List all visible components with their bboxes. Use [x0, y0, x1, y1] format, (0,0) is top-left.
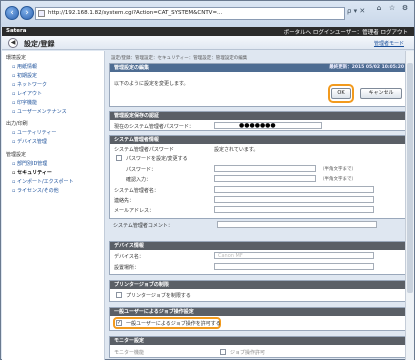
header-links[interactable]: ポータルへ ログインユーザー：管理者 ログアウト — [284, 28, 408, 36]
admin-mode-link[interactable]: 管理者モード — [374, 40, 404, 47]
confirm-hint: （半角文字まで） — [320, 177, 356, 182]
sidebar-item-initial[interactable]: ▫ 初期設定 — [12, 72, 37, 79]
sidebar-item-import-export[interactable]: ▫ インポート/エクスポート — [12, 178, 74, 185]
home-icon[interactable]: ⌂ — [373, 4, 385, 13]
device-name-value: Canon MF — [218, 253, 243, 259]
monitor-title: モニター設定 — [110, 337, 408, 345]
sysadmin-pw-status: 設定されています。 — [214, 147, 259, 153]
auth-label: 現在のシステム管理者パスワード： — [114, 124, 194, 130]
address-tools[interactable]: ρ ▾ ✕ — [347, 7, 365, 15]
monitor-a-label: モニター機能 — [114, 350, 145, 356]
gear-icon[interactable]: ⚙ — [399, 4, 411, 13]
sidebar-item-security[interactable]: ▫ セキュリティー — [12, 169, 52, 176]
sidebar-item-device[interactable]: ▫ デバイス管理 — [12, 138, 47, 145]
scroll-thumb[interactable] — [407, 63, 413, 293]
contact-field[interactable] — [214, 196, 374, 203]
edit-panel-title: 管理設定の編集 最終更新：2015 05/02 10:05:20 — [110, 64, 408, 72]
address-bar[interactable]: http://192.168.1.82/system.cgi?Action=CA… — [35, 7, 345, 20]
sysadmin-panel: システム管理者情報 システム管理者パスワード 設定されています。 パスワードを設… — [109, 135, 409, 219]
breadcrumb: 設定/登録：管理設定：セキュリティー：管理設定：管理設定の編集 — [111, 56, 248, 61]
location-label: 設置場所： — [114, 265, 140, 271]
sidebar: 環境設定 ▫ 用紙情報 ▫ 初期設定 ▫ ネットワーク ▫ レイアウト ▫ 印字… — [2, 51, 105, 360]
restrict-jobs-checkbox[interactable] — [116, 292, 122, 298]
allow-job-ops-checkbox[interactable]: ✓ — [116, 320, 122, 326]
address-url: http://192.168.1.82/system.cgi?Action=CA… — [48, 10, 223, 16]
ok-button[interactable]: OK — [331, 88, 351, 99]
app-header: Satera ポータルへ ログインユーザー：管理者 ログアウト — [2, 27, 414, 36]
sidebar-item-dept-id[interactable]: ▫ 部門別ID管理 — [12, 160, 47, 167]
contact-label: 連絡先： — [114, 198, 135, 204]
back-icon[interactable]: ‹ — [5, 6, 19, 20]
edit-message: 以下のように設定を変更します。 — [114, 81, 189, 87]
password-field[interactable] — [214, 165, 316, 172]
last-updated: 最終更新：2015 05/02 10:05:20 — [329, 65, 404, 70]
back-home-icon[interactable]: ◀ — [8, 38, 18, 48]
password-hint: （半角文字まで） — [320, 167, 356, 172]
printer-jobs-title: プリンタージョブの制限 — [110, 281, 408, 289]
auth-panel: 管理設定保存の認証 現在のシステム管理者パスワード： ●●●●●●● — [109, 111, 409, 131]
sidebar-group-output: 出力/印刷 — [6, 121, 28, 127]
sidebar-item-paper[interactable]: ▫ 用紙情報 — [12, 63, 37, 70]
brand-logo: Satera — [6, 28, 27, 34]
favicon-icon — [38, 10, 45, 17]
vertical-scrollbar[interactable] — [405, 51, 414, 360]
general-user-panel: 一般ユーザーによるジョブ操作設定 ✓ 一般ユーザーによるジョブ操作を許可する — [109, 307, 409, 331]
page-title-bar: ◀ 設定/登録 管理者モード — [2, 36, 414, 50]
admin-name-label: システム管理者名： — [114, 188, 159, 194]
monitor-panel: モニター設定 モニター機能 ジョブ操作許可 — [109, 336, 409, 358]
email-label: メールアドレス： — [114, 208, 155, 214]
change-password-label: パスワードを設定/変更する — [126, 156, 188, 162]
admin-password-field[interactable]: ●●●●●●● — [214, 122, 322, 129]
device-name-label: デバイス名： — [114, 254, 144, 260]
allow-job-ops-label: 一般ユーザーによるジョブ操作を許可する — [126, 321, 221, 327]
sidebar-group-admin: 管理設定 — [6, 152, 27, 158]
sysadmin-pw-label: システム管理者パスワード — [114, 147, 174, 153]
device-title: デバイス情報 — [110, 242, 408, 250]
sidebar-item-layout[interactable]: ▫ レイアウト — [12, 90, 42, 97]
page-title: 設定/登録 — [24, 40, 55, 48]
sidebar-item-utility[interactable]: ▫ ユーティリティー — [12, 129, 56, 136]
sysadmin-title: システム管理者情報 — [110, 136, 408, 144]
sidebar-group-env: 環境設定 — [6, 55, 27, 61]
monitor-b-label: ジョブ操作許可 — [230, 350, 266, 356]
cancel-button[interactable]: キャンセル — [360, 88, 402, 99]
sidebar-item-license[interactable]: ▫ ライセンス/その他 — [12, 187, 59, 194]
device-panel: デバイス情報 デバイス名： Canon MF 設置場所： — [109, 241, 409, 275]
general-user-title: 一般ユーザーによるジョブ操作設定 — [110, 308, 408, 316]
sidebar-item-print[interactable]: ▫ 印字機能 — [12, 99, 37, 106]
browser-window: ‹ › http://192.168.1.82/system.cgi?Actio… — [0, 0, 415, 360]
change-password-checkbox[interactable] — [116, 155, 122, 161]
sidebar-item-network[interactable]: ▫ ネットワーク — [12, 81, 47, 88]
printer-jobs-panel: プリンタージョブの制限 プリンタージョブを制限する — [109, 280, 409, 302]
monitor-b-checkbox[interactable] — [220, 349, 226, 355]
admin-comment-field[interactable] — [217, 221, 377, 228]
star-icon[interactable]: ☆ — [386, 4, 398, 13]
password-label: パスワード： — [126, 167, 157, 173]
auth-title: 管理設定保存の認証 — [110, 112, 408, 120]
browser-toolbar: ‹ › http://192.168.1.82/system.cgi?Actio… — [1, 1, 414, 27]
restrict-jobs-label: プリンタージョブを制限する — [126, 293, 191, 299]
main-content: 設定/登録：管理設定：セキュリティー：管理設定：管理設定の編集 管理設定の編集 … — [109, 51, 409, 360]
admin-comment-label: システム管理者コメント： — [113, 223, 173, 229]
admin-password-value: ●●●●●●● — [239, 122, 276, 129]
device-name-field[interactable]: Canon MF — [214, 252, 374, 259]
confirm-label: 確認入力： — [126, 177, 152, 183]
edit-panel: 管理設定の編集 最終更新：2015 05/02 10:05:20 以下のように設… — [109, 63, 409, 107]
admin-name-field[interactable] — [214, 186, 374, 193]
sidebar-item-maintenance[interactable]: ▫ ユーザーメンテナンス — [12, 108, 67, 115]
confirm-field[interactable] — [214, 175, 316, 182]
location-field[interactable] — [214, 263, 374, 270]
email-field[interactable] — [214, 206, 374, 213]
edit-panel-title-text: 管理設定の編集 — [114, 65, 150, 71]
forward-icon[interactable]: › — [20, 6, 34, 20]
